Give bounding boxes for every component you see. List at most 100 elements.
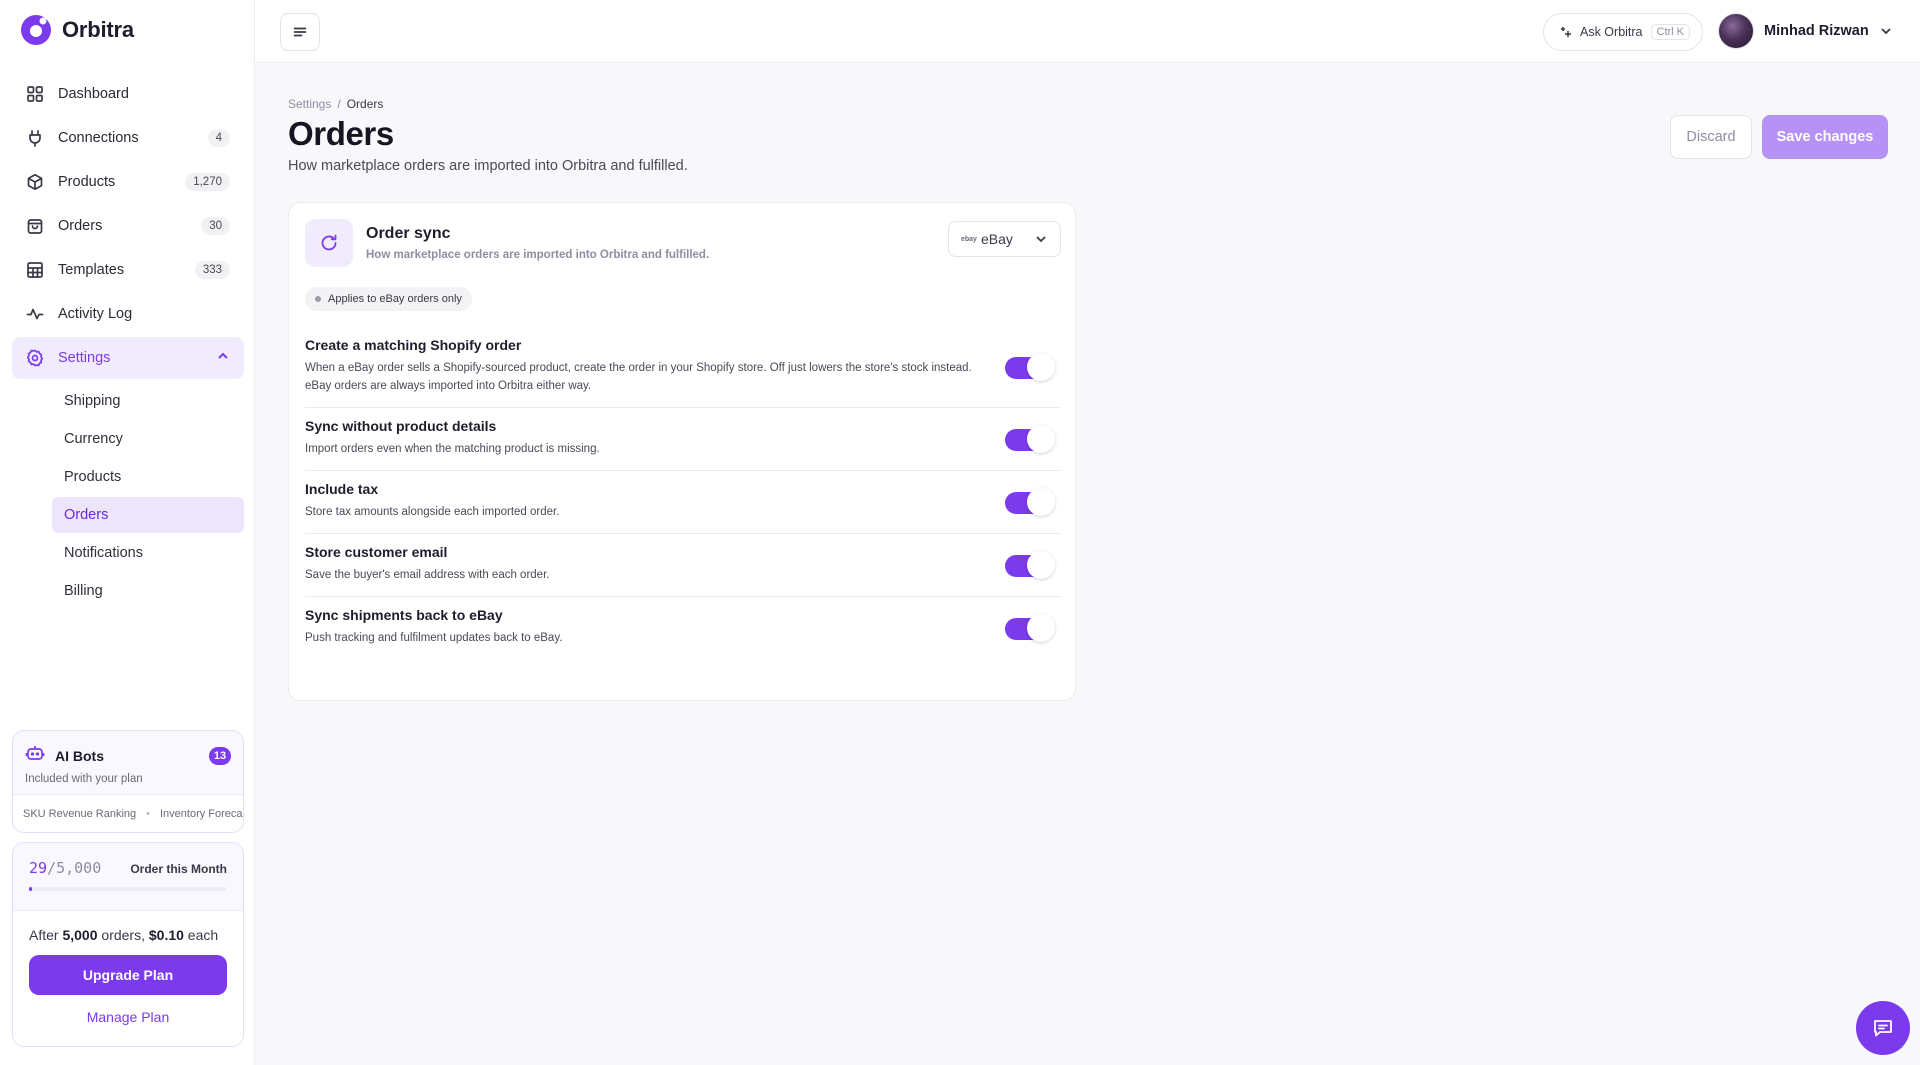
gear-icon	[26, 349, 44, 367]
nav-item-products[interactable]: Products 1,270	[12, 161, 244, 203]
nav-count-badge: 333	[194, 261, 230, 279]
nav-label: Activity Log	[58, 306, 133, 322]
ai-bots-title: AI Bots	[55, 747, 104, 764]
toggle-create-shopify-order[interactable]	[1005, 353, 1055, 381]
order-settings-list: Create a matching Shopify order When a e…	[305, 327, 1061, 659]
applies-to-badge: Applies to eBay orders only	[305, 287, 472, 311]
order-sync-header: Order sync How marketplace orders are im…	[305, 219, 1061, 269]
subnav-item-shipping[interactable]: Shipping	[52, 383, 244, 419]
nav-item-templates[interactable]: Templates 333	[12, 249, 244, 291]
plan-usage-header: 29/5,000 Order this Month	[13, 843, 243, 911]
order-usage-count: 29/5,000	[29, 859, 101, 877]
brand-name: Orbitra	[62, 17, 134, 42]
chevron-up-icon[interactable]	[216, 349, 230, 367]
grid-icon	[26, 85, 44, 103]
breadcrumb-settings[interactable]: Settings	[288, 97, 331, 111]
user-menu[interactable]: Minhad Rizwan	[1718, 13, 1893, 49]
keyboard-shortcut-badge: Ctrl K	[1650, 24, 1691, 40]
plan-usage-card: 29/5,000 Order this Month After 5,000 or…	[12, 842, 244, 1047]
setting-description: Push tracking and fulfilment updates bac…	[305, 632, 563, 644]
overage-note: After 5,000 orders, $0.10 each	[13, 911, 243, 943]
breadcrumb: Settings / Orders	[288, 97, 383, 111]
breadcrumb-separator: /	[337, 97, 341, 111]
subnav-item-currency[interactable]: Currency	[52, 421, 244, 457]
setting-description: When a eBay order sells a Shopify-source…	[305, 362, 972, 392]
subnav-item-orders[interactable]: Orders	[52, 497, 244, 533]
subnav-item-products[interactable]: Products	[52, 459, 244, 495]
subnav-item-billing[interactable]: Billing	[52, 573, 244, 609]
overage-note-prefix: After	[29, 927, 63, 943]
nav-item-orders[interactable]: Orders 30	[12, 205, 244, 247]
nav-count-badge: 4	[207, 129, 230, 147]
setting-sync-shipments-back: Sync shipments back to eBay Push trackin…	[305, 597, 1061, 659]
ai-bots-marquee: SKU Revenue Ranking • Inventory Forecast	[13, 794, 243, 832]
toggle-sync-without-product-details[interactable]	[1005, 425, 1055, 453]
settings-subnav: Shipping Currency Products Orders Notifi…	[52, 383, 244, 609]
order-usage-used: 29	[29, 859, 48, 877]
table-icon	[26, 261, 44, 279]
setting-title: Include tax	[305, 481, 379, 497]
nav-label: Products	[58, 174, 116, 190]
user-name: Minhad Rizwan	[1764, 23, 1869, 39]
refresh-icon	[305, 219, 353, 267]
nav-count-badge: 1,270	[185, 173, 230, 191]
ai-bots-card[interactable]: AI Bots 13 Included with your plan SKU R…	[12, 730, 244, 833]
applies-to-label: Applies to eBay orders only	[328, 293, 462, 305]
activity-icon	[26, 305, 44, 323]
ai-bots-count-badge: 13	[209, 746, 231, 765]
ask-orbitra-button[interactable]: Ask Orbitra Ctrl K	[1543, 13, 1704, 51]
nav-item-settings[interactable]: Settings	[12, 337, 244, 379]
order-usage-limit: /5,000	[47, 859, 102, 877]
setting-description: Save the buyer's email address with each…	[305, 569, 550, 581]
manage-plan-link[interactable]: Manage Plan	[13, 1009, 243, 1025]
marketplace-selected-value: eBay	[980, 231, 1013, 247]
subnav-item-notifications[interactable]: Notifications	[52, 535, 244, 571]
ai-bot-name[interactable]: Inventory Forecast	[160, 808, 243, 820]
chat-support-button[interactable]	[1856, 1001, 1910, 1055]
nav-label: Templates	[58, 262, 125, 278]
order-sync-description: How marketplace orders are imported into…	[366, 249, 710, 261]
setting-store-customer-email: Store customer email Save the buyer's em…	[305, 534, 1061, 597]
main-nav: Dashboard Connections 4 Products 1,270 O…	[12, 73, 244, 611]
chat-icon	[1874, 1020, 1892, 1037]
order-usage-progress-fill	[29, 887, 32, 891]
setting-title: Sync without product details	[305, 418, 497, 434]
setting-title: Sync shipments back to eBay	[305, 607, 503, 623]
sidebar: Orbitra Dashboard Connections 4 Products…	[0, 0, 255, 1065]
upgrade-plan-button[interactable]: Upgrade Plan	[29, 955, 227, 995]
avatar	[1718, 13, 1754, 49]
nav-item-connections[interactable]: Connections 4	[12, 117, 244, 159]
overage-note-suffix: each	[183, 927, 219, 943]
brand[interactable]: Orbitra	[20, 14, 134, 46]
box-icon	[26, 173, 44, 191]
nav-item-activity-log[interactable]: Activity Log	[12, 293, 244, 335]
sparkle-icon	[1561, 27, 1571, 37]
overage-note-mid: orders,	[97, 927, 149, 943]
toggle-store-customer-email[interactable]	[1005, 551, 1055, 579]
ai-bots-subtitle: Included with your plan	[25, 773, 143, 785]
order-sync-title: Order sync	[366, 225, 451, 242]
nav-label: Connections	[58, 130, 139, 146]
toggle-sync-shipments-back[interactable]	[1005, 614, 1055, 642]
top-bar: Ask Orbitra Ctrl K Minhad Rizwan	[255, 0, 1920, 63]
overage-note-orders: 5,000	[62, 927, 98, 943]
nav-label: Settings	[58, 350, 111, 366]
setting-title: Create a matching Shopify order	[305, 337, 522, 353]
chevron-down-icon	[1881, 28, 1891, 35]
toggle-include-tax[interactable]	[1005, 488, 1055, 516]
page-subtitle: How marketplace orders are imported into…	[288, 158, 688, 174]
nav-item-dashboard[interactable]: Dashboard	[12, 73, 244, 115]
nav-count-badge: 30	[201, 217, 230, 235]
chevron-down-icon	[1036, 236, 1046, 243]
save-changes-button[interactable]: Save changes	[1762, 115, 1888, 159]
sidebar-toggle-button[interactable]	[280, 13, 320, 51]
discard-button[interactable]: Discard	[1670, 115, 1752, 159]
order-usage-progress-bar	[29, 887, 227, 891]
ai-bot-name[interactable]: SKU Revenue Ranking	[23, 808, 136, 820]
shopping-bag-icon	[26, 217, 44, 235]
status-dot-icon	[315, 296, 321, 302]
setting-sync-without-product-details: Sync without product details Import orde…	[305, 408, 1061, 471]
plug-icon	[26, 129, 44, 147]
order-sync-card: Order sync How marketplace orders are im…	[288, 202, 1076, 701]
marketplace-select[interactable]: ebay eBay	[948, 221, 1061, 257]
